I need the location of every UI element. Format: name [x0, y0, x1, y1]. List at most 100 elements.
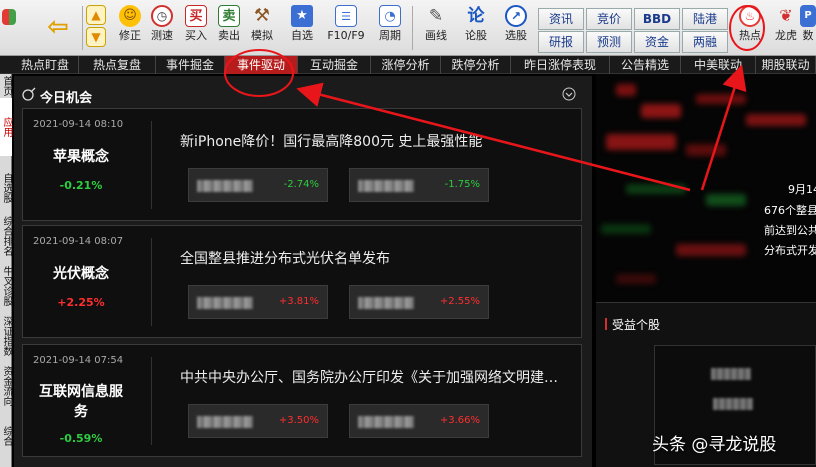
vtab-ranking[interactable]: 综合排名: [0, 214, 12, 258]
draw-line-button[interactable]: ✎ 画线: [418, 3, 454, 54]
back-button[interactable]: ⇦: [38, 3, 78, 54]
correct-button[interactable]: ☺ 修正: [114, 3, 146, 54]
concept-name[interactable]: 互联网信息服务: [23, 381, 139, 421]
tab-bar: 热点盯盘 热点复盘 事件掘金 事件驱动 互动掘金 涨停分析 跌停分析 昨日涨停表…: [0, 56, 816, 74]
vtab-general[interactable]: 综合: [0, 414, 12, 458]
vtab-watchlist[interactable]: 自选股: [0, 166, 12, 210]
vtab-home[interactable]: 首页: [0, 74, 12, 98]
buy-label: 买入: [185, 29, 207, 42]
collapse-icon[interactable]: [562, 87, 576, 101]
tab-sino-us[interactable]: 中美联动: [681, 56, 756, 74]
home-button[interactable]: [0, 3, 18, 54]
sell-icon: 卖: [218, 5, 240, 27]
simulate-button[interactable]: ⚒ 模拟: [246, 3, 278, 54]
discuss-icon: 论: [467, 6, 485, 26]
related-stock[interactable]: ■■■■ -2.74%: [188, 168, 328, 202]
data-label: 数: [802, 29, 814, 42]
home-icon: [2, 9, 16, 25]
tab-interactive-mining[interactable]: 互动掘金: [298, 56, 371, 74]
tab-announcements[interactable]: 公告精选: [610, 56, 681, 74]
vtab-capital-flow[interactable]: 资金流向: [0, 364, 12, 408]
vtab-diagnosis[interactable]: 牛叉诊股: [0, 264, 12, 308]
concept-change: +2.25%: [57, 296, 105, 309]
news-button[interactable]: 资讯: [538, 8, 584, 30]
related-stock[interactable]: ■■■■ -1.75%: [349, 168, 489, 202]
tab-hot-watch[interactable]: 热点盯盘: [12, 56, 79, 74]
dragon-tiger-label: 龙虎: [775, 29, 797, 42]
related-stock[interactable]: ■■■■ +3.50%: [188, 404, 328, 438]
back-arrow-icon: ⇦: [47, 12, 69, 42]
event-card[interactable]: 2021-09-14 08:07 光伏概念 +2.25% 全国整县推进分布式光伏…: [22, 225, 582, 338]
hot-button[interactable]: ♨ 热点: [734, 3, 766, 54]
discuss-button[interactable]: 论 论股: [460, 3, 492, 54]
tab-futures-stock[interactable]: 期股联动: [756, 56, 816, 74]
beneficiary-title: 受益个股: [612, 318, 661, 332]
data-button[interactable]: P 数: [800, 3, 816, 54]
news-line: 9月14: [788, 183, 816, 196]
stock-name: [713, 398, 753, 410]
hot-icon: ♨: [739, 5, 761, 27]
event-time: 2021-09-14 08:10: [33, 119, 124, 130]
stock-name: ■■■■: [197, 180, 253, 192]
pencil-icon: ✎: [428, 6, 444, 26]
buy-button[interactable]: 买 买入: [180, 3, 212, 54]
gavel-icon: ⚒: [253, 5, 271, 26]
up-down-buttons[interactable]: ▲ ▼: [84, 3, 108, 54]
related-stock[interactable]: ■■■■ +2.55%: [349, 285, 489, 319]
period-button[interactable]: ◔ 周期: [372, 3, 408, 54]
tab-event-mining[interactable]: 事件掘金: [156, 56, 225, 74]
news-image-area[interactable]: 9月14 676个整县 前达到公共 分布式开发 受益个股: [596, 74, 816, 467]
watchlist-button[interactable]: ★ 自选: [284, 3, 320, 54]
stock-name: ■■■■: [197, 416, 253, 428]
related-stock[interactable]: ■■■■ +3.66%: [349, 404, 489, 438]
event-time: 2021-09-14 08:07: [33, 236, 124, 247]
dragon-tiger-button[interactable]: ❦ 龙虎: [770, 3, 802, 54]
concept-name[interactable]: 苹果概念: [23, 146, 139, 166]
tab-hot-review[interactable]: 热点复盘: [79, 56, 156, 74]
event-card[interactable]: 2021-09-14 07:54 互联网信息服务 -0.59% 中共中央办公厅、…: [22, 344, 582, 457]
chart-select-icon: ↗: [505, 5, 527, 27]
event-card[interactable]: 2021-09-14 08:10 苹果概念 -0.21% 新iPhone降价！国…: [22, 108, 582, 221]
concept-name[interactable]: 光伏概念: [23, 263, 139, 283]
speedtest-label: 测速: [151, 29, 173, 42]
research-button[interactable]: 研报: [538, 31, 584, 53]
stock-change: +2.55%: [439, 296, 480, 307]
tab-limit-down-analysis[interactable]: 跌停分析: [441, 56, 511, 74]
f10-button[interactable]: ☰ F10/F9: [325, 3, 367, 54]
sell-button[interactable]: 卖 卖出: [213, 3, 245, 54]
speedtest-button[interactable]: ◷ 测速: [146, 3, 178, 54]
capital-button[interactable]: 资金: [634, 31, 680, 53]
period-label: 周期: [379, 29, 401, 42]
stock-select-button[interactable]: ↗ 选股: [498, 3, 534, 54]
related-stock[interactable]: ■■■■ +3.81%: [188, 285, 328, 319]
panel-header: 今日机会: [14, 84, 592, 106]
down-arrow-icon: ▼: [86, 27, 106, 47]
stock-change: -2.74%: [283, 179, 319, 190]
event-headline[interactable]: 中共中央办公厅、国务院办公厅印发《关于加强网络文明建…: [180, 367, 570, 387]
bbd-button[interactable]: BBD: [634, 8, 680, 30]
hk-connect-button[interactable]: 陆港: [682, 8, 728, 30]
concept-change: -0.59%: [59, 432, 103, 445]
tab-limit-up-analysis[interactable]: 涨停分析: [371, 56, 441, 74]
vtab-apps[interactable]: 应用: [0, 98, 12, 156]
news-line: 分布式开发: [764, 244, 816, 257]
news-line: 前达到公共: [764, 224, 816, 237]
tab-yesterday-limit-up[interactable]: 昨日涨停表现: [511, 56, 610, 74]
event-headline[interactable]: 新iPhone降价！国行最高降800元 史上最强性能: [180, 131, 570, 151]
data-icon: P: [800, 5, 816, 27]
news-line: 676个整县: [764, 204, 816, 217]
sell-label: 卖出: [218, 29, 240, 42]
opportunity-panel: 今日机会 2021-09-14 08:10 苹果概念 -0.21% 新iPhon…: [14, 76, 592, 467]
event-headline[interactable]: 全国整县推进分布式光伏名单发布: [180, 248, 570, 268]
stock-name: [711, 368, 751, 380]
vtab-sz-index[interactable]: 深证指数: [0, 314, 12, 358]
up-arrow-icon: ▲: [86, 5, 106, 25]
auction-button[interactable]: 竞价: [586, 8, 632, 30]
forecast-button[interactable]: 预测: [586, 31, 632, 53]
document-icon: ☰: [335, 5, 357, 27]
stock-name: ■■■■: [358, 180, 414, 192]
stock-change: +3.81%: [278, 296, 319, 307]
margin-button[interactable]: 两融: [682, 31, 728, 53]
event-time: 2021-09-14 07:54: [33, 355, 124, 366]
tab-event-driven[interactable]: 事件驱动: [225, 56, 298, 74]
